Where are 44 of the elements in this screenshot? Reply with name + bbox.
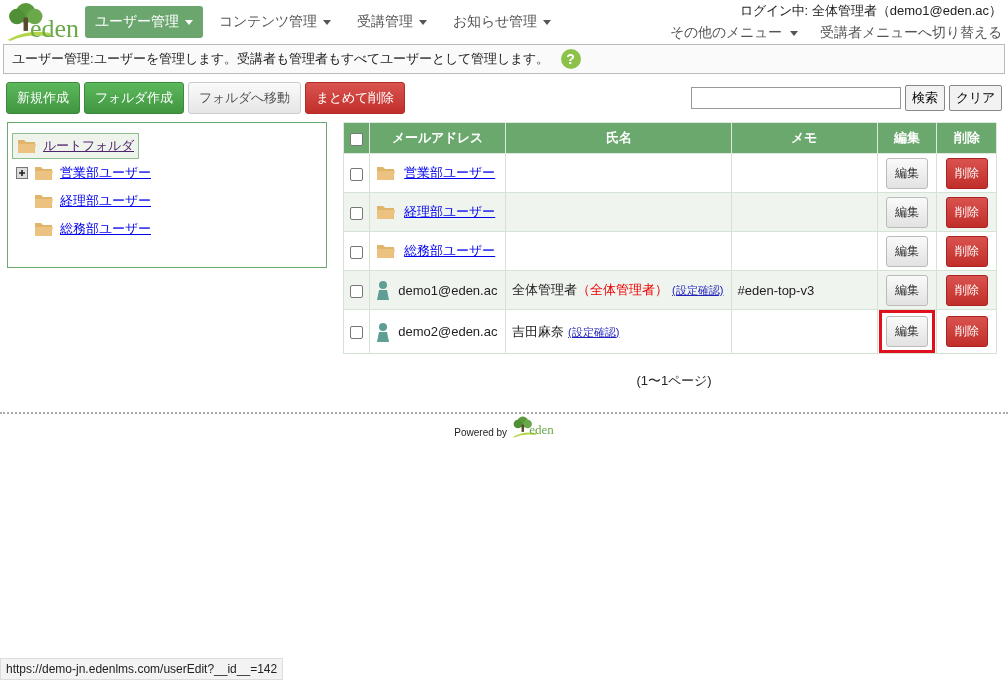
nav-menu-item[interactable]: お知らせ管理 — [443, 6, 562, 38]
edit-button[interactable]: 編集 — [886, 235, 929, 267]
powered-by-text: Powered by — [454, 427, 508, 438]
column-header: 氏名 — [506, 122, 732, 154]
user-name: 吉田麻奈 — [512, 323, 565, 339]
status-url: https://demo-jn.edenlms.com/userEdit?__id__=142 — [0, 658, 284, 680]
delete-button[interactable]: 削除 — [945, 196, 988, 228]
memo-text: #eden-top-v3 — [737, 282, 815, 298]
folder-link[interactable]: ルートフォルダ — [43, 137, 134, 155]
clear-button[interactable]: クリア — [949, 85, 1002, 111]
edit-button[interactable]: 編集 — [886, 157, 929, 189]
login-status: ログイン中: 全体管理者（demo1@eden.ac） — [739, 2, 1002, 20]
info-text: ユーザー管理:ユーザーを管理します。受講者も管理者もすべてユーザーとして管理します。 — [12, 50, 549, 68]
toolbar-button[interactable]: まとめて削除 — [305, 82, 405, 114]
delete-button[interactable]: 削除 — [945, 235, 988, 267]
email-text: demo1@eden.ac — [398, 282, 498, 298]
search-button[interactable]: 検索 — [905, 85, 945, 111]
column-header: 編集 — [877, 122, 937, 154]
menu-link[interactable]: 受講者メニューへ切り替える — [820, 24, 1002, 42]
folder-link[interactable]: 総務部ユーザー — [60, 220, 151, 238]
delete-button[interactable]: 削除 — [945, 274, 988, 306]
edit-button[interactable]: 編集 — [886, 196, 929, 228]
settings-link[interactable]: (設定確認) — [568, 325, 620, 338]
column-header: メモ — [731, 122, 878, 154]
edit-button[interactable]: 編集 — [886, 316, 929, 347]
folder-link[interactable]: 営業部ユーザー — [60, 164, 151, 182]
nav-menu-item[interactable]: 受講管理 — [347, 6, 438, 38]
page-info: (1〜1ページ) — [635, 372, 713, 390]
logo-text: eden — [30, 16, 80, 42]
role-text: （全体管理者） — [577, 282, 669, 297]
settings-link[interactable]: (設定確認) — [672, 284, 724, 296]
folder-link[interactable]: 経理部ユーザー — [60, 192, 151, 210]
menu-link[interactable]: その他のメニュー — [670, 24, 798, 42]
user-name: 全体管理者 — [512, 282, 578, 297]
logo-text: eden — [529, 422, 554, 438]
email-text: demo2@eden.ac — [398, 324, 498, 339]
edit-button[interactable]: 編集 — [886, 274, 929, 306]
delete-button[interactable]: 削除 — [945, 157, 988, 189]
delete-button[interactable]: 削除 — [945, 316, 988, 347]
column-header: 削除 — [936, 122, 997, 154]
column-header: メールアドレス — [369, 122, 506, 154]
tree-root-item[interactable]: ルートフォルダ — [12, 133, 139, 159]
toolbar-button[interactable]: フォルダへ移動 — [188, 82, 301, 114]
nav-menu-item[interactable]: コンテンツ管理 — [209, 6, 342, 38]
